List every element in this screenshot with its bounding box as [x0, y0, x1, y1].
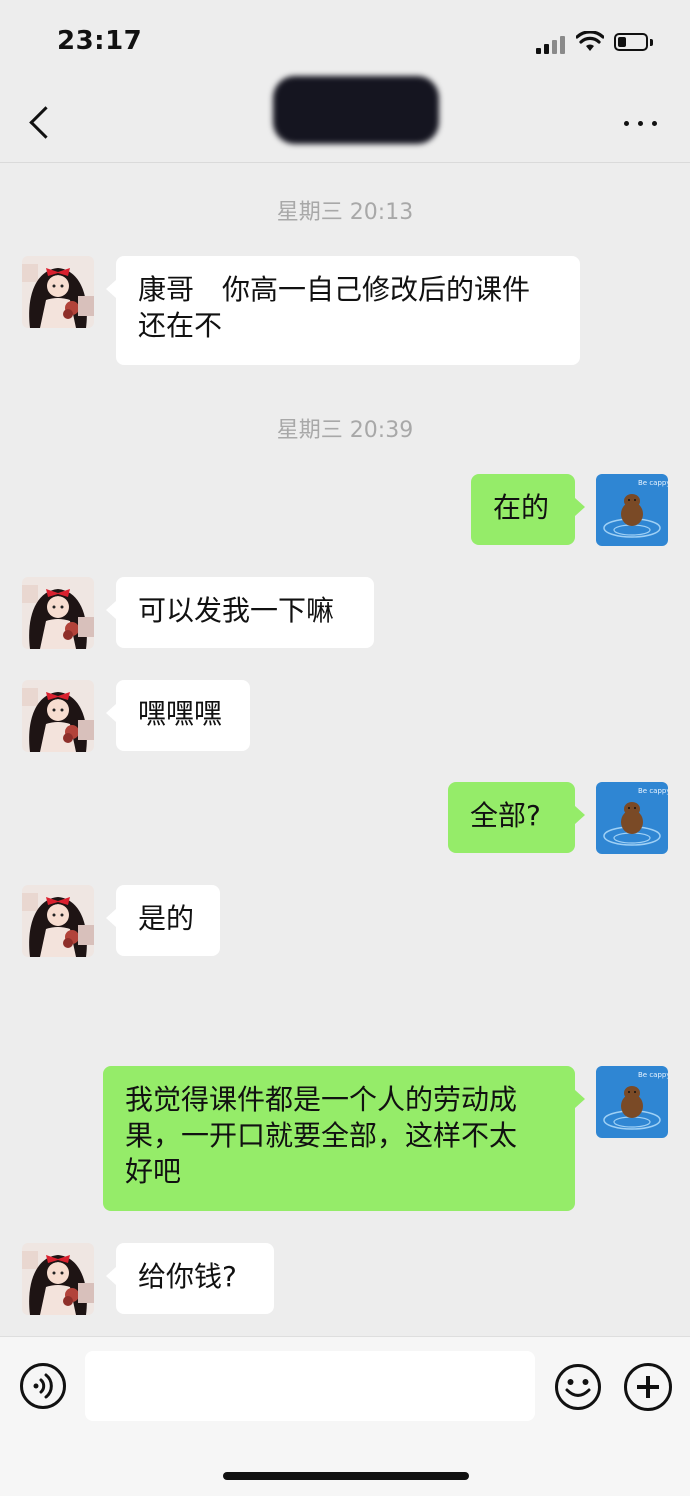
- timestamp: 星期三 20:39: [276, 418, 414, 443]
- contact-avatar[interactable]: [22, 1243, 94, 1315]
- self-avatar[interactable]: Be cappy: [596, 782, 668, 854]
- emoji-button[interactable]: [554, 1363, 602, 1411]
- voice-input-button[interactable]: [20, 1363, 66, 1409]
- timestamp: 星期三 20:13: [276, 200, 414, 225]
- more-options-button[interactable]: [620, 108, 662, 138]
- girl-cartoon-avatar-icon: [22, 1243, 94, 1315]
- battery-icon: [614, 33, 654, 53]
- message-bubble-incoming[interactable]: 康哥 你高一自己修改后的课件 还在不: [106, 256, 580, 365]
- message-bubble-incoming[interactable]: 可以发我一下嘛: [106, 577, 374, 648]
- capybara-avatar-icon: Be cappy: [596, 782, 668, 854]
- message-bubble-incoming[interactable]: 是的: [106, 885, 220, 956]
- back-button[interactable]: [22, 102, 56, 146]
- capybara-avatar-icon: Be cappy: [596, 1066, 668, 1138]
- chat-header: [0, 76, 690, 163]
- message-bubble-incoming[interactable]: 嘿嘿嘿: [106, 680, 250, 751]
- message-bubble-incoming[interactable]: 给你钱?: [106, 1243, 274, 1314]
- girl-cartoon-avatar-icon: [22, 885, 94, 957]
- message-bubble-outgoing[interactable]: 全部?: [448, 782, 585, 853]
- status-time: 23:17: [57, 26, 143, 56]
- svg-text:Be cappy: Be cappy: [638, 1071, 668, 1079]
- girl-cartoon-avatar-icon: [22, 577, 94, 649]
- message-input[interactable]: [85, 1351, 535, 1421]
- redacted-contact-name: [273, 76, 439, 144]
- emoji-icon: [555, 1364, 601, 1410]
- contact-avatar[interactable]: [22, 577, 94, 649]
- voice-icon: [33, 1373, 53, 1399]
- cellular-signal-icon: [536, 34, 566, 54]
- status-bar: 23:17: [0, 0, 690, 88]
- svg-text:Be cappy: Be cappy: [638, 787, 668, 795]
- plus-button[interactable]: [624, 1363, 672, 1411]
- contact-avatar[interactable]: [22, 885, 94, 957]
- message-bubble-outgoing[interactable]: 在的: [471, 474, 585, 545]
- contact-avatar[interactable]: [22, 256, 94, 328]
- wifi-icon: [575, 30, 605, 53]
- contact-avatar[interactable]: [22, 680, 94, 752]
- self-avatar[interactable]: Be cappy: [596, 1066, 668, 1138]
- svg-text:Be cappy: Be cappy: [638, 479, 668, 487]
- girl-cartoon-avatar-icon: [22, 680, 94, 752]
- girl-cartoon-avatar-icon: [22, 256, 94, 328]
- capybara-avatar-icon: Be cappy: [596, 474, 668, 546]
- self-avatar[interactable]: Be cappy: [596, 474, 668, 546]
- message-bubble-outgoing[interactable]: 我觉得课件都是一个人的劳动成 果，一开口就要全部，这样不太 好吧: [103, 1066, 585, 1211]
- home-indicator: [223, 1472, 469, 1480]
